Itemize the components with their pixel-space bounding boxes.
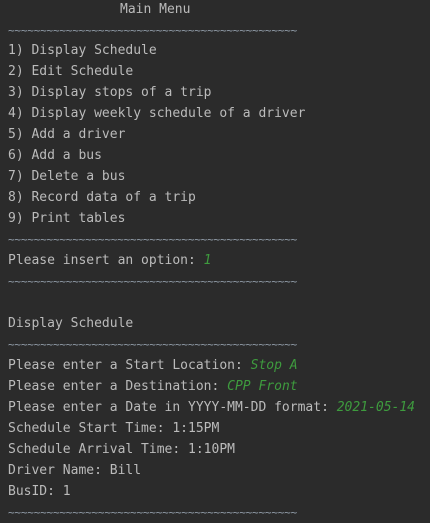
- separator: ~~~~~~~~~~~~~~~~~~~~~~~~~~~~~~~~~~~~~~~~…: [8, 506, 298, 519]
- option-input-value: 1: [203, 253, 212, 268]
- menu-title: Main Menu: [120, 2, 191, 17]
- menu-item-display-stops: 3) Display stops of a trip: [8, 85, 212, 100]
- menu-item-record-trip: 8) Record data of a trip: [8, 190, 196, 205]
- driver-name: Driver Name: Bill: [8, 463, 142, 478]
- section-title: Display Schedule: [8, 316, 134, 331]
- menu-item-edit-schedule: 2) Edit Schedule: [8, 64, 134, 79]
- start-location-prompt: Please enter a Start Location:: [8, 358, 251, 373]
- menu-item-add-driver: 5) Add a driver: [8, 127, 126, 142]
- separator: ~~~~~~~~~~~~~~~~~~~~~~~~~~~~~~~~~~~~~~~~…: [8, 275, 298, 288]
- destination-line: Please enter a Destination: CPP Front: [8, 379, 298, 395]
- destination-prompt: Please enter a Destination:: [8, 379, 228, 394]
- menu-item-weekly-schedule: 4) Display weekly schedule of a driver: [8, 106, 306, 121]
- console-output[interactable]: Main Menu ~~~~~~~~~~~~~~~~~~~~~~~~~~~~~~…: [0, 0, 430, 523]
- date-value: 2021-05-14: [336, 400, 416, 415]
- bus-id: BusID: 1: [8, 484, 71, 499]
- destination-value: CPP Front: [227, 379, 298, 394]
- menu-item-add-bus: 6) Add a bus: [8, 148, 102, 163]
- menu-item-delete-bus: 7) Delete a bus: [8, 169, 126, 184]
- schedule-start-time: Schedule Start Time: 1:15PM: [8, 421, 220, 436]
- separator: ~~~~~~~~~~~~~~~~~~~~~~~~~~~~~~~~~~~~~~~~…: [8, 24, 298, 37]
- start-location-line: Please enter a Start Location: Stop A: [8, 358, 298, 374]
- start-location-value: Stop A: [250, 358, 298, 373]
- separator: ~~~~~~~~~~~~~~~~~~~~~~~~~~~~~~~~~~~~~~~~…: [8, 233, 298, 246]
- option-prompt: Please insert an option:: [8, 253, 204, 268]
- date-line: Please enter a Date in YYYY-MM-DD format…: [8, 400, 415, 416]
- schedule-arrival-time: Schedule Arrival Time: 1:10PM: [8, 442, 235, 457]
- date-prompt: Please enter a Date in YYYY-MM-DD format…: [8, 400, 337, 415]
- menu-item-display-schedule: 1) Display Schedule: [8, 43, 157, 58]
- menu-item-print-tables: 9) Print tables: [8, 211, 126, 226]
- option-prompt-line: Please insert an option: 1: [8, 253, 212, 269]
- separator: ~~~~~~~~~~~~~~~~~~~~~~~~~~~~~~~~~~~~~~~~…: [8, 338, 298, 351]
